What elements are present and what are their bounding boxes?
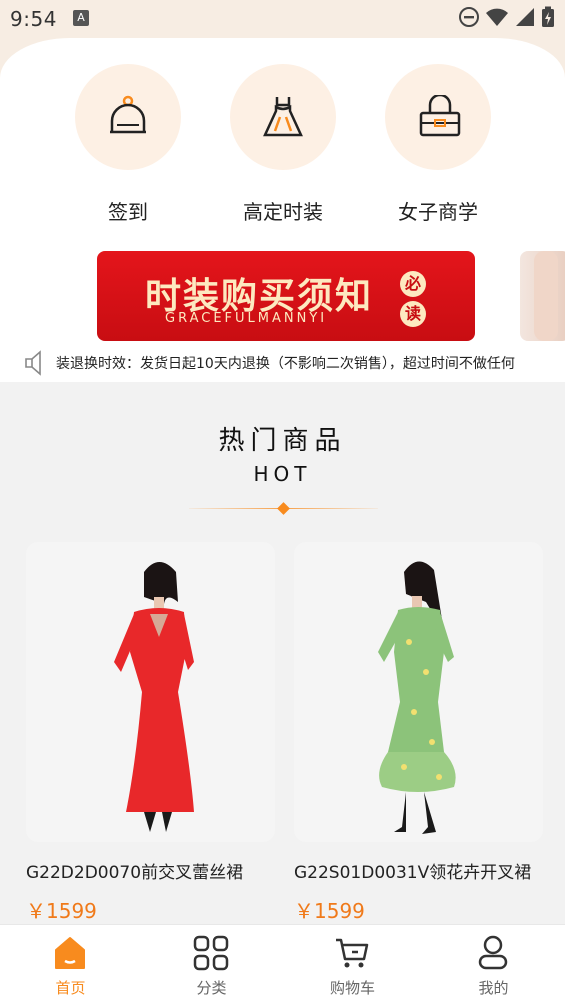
tab-label: 购物车	[329, 979, 375, 997]
product-image	[294, 542, 543, 842]
cart-icon	[336, 938, 369, 968]
hot-section-title: 热门商品	[218, 426, 347, 456]
hot-section-subtitle: HOT	[253, 462, 312, 486]
banner-purchase-notice[interactable]: 时装购买须知 GRACEFULMANNYI 必 读	[97, 251, 475, 341]
speaker-icon	[25, 350, 41, 376]
banner-badge-top: 必	[400, 271, 426, 297]
quick-entry-label: 高定时装	[243, 200, 323, 224]
bottom-tab-bar: 首页 分类 购物车 我的	[0, 924, 565, 1004]
product-card[interactable]: G22D2D0070前交叉蕾丝裙 ￥1599	[26, 542, 275, 924]
notice-text: 装退换时效：发货日起10天内退换（不影响二次销售），超过时间不做任何	[56, 356, 515, 372]
dress-icon	[263, 97, 303, 137]
quick-entry-academy[interactable]: 女子商学	[383, 64, 493, 225]
handbag-icon	[419, 95, 461, 137]
quick-entry-checkin[interactable]: 签到	[73, 64, 183, 225]
product-price: ￥1599	[294, 899, 365, 923]
product-card[interactable]: G22S01D0031V领花卉开叉裙 ￥1599	[294, 542, 543, 924]
dnd-icon	[458, 7, 479, 27]
wifi-icon	[485, 8, 508, 26]
banner-next-peek[interactable]	[520, 251, 565, 341]
user-icon	[478, 935, 508, 970]
product-name: G22D2D0070前交叉蕾丝裙	[26, 863, 244, 883]
home-icon	[55, 937, 85, 969]
quick-entry-label: 女子商学	[398, 200, 478, 224]
top-section: 签到 高定时装 女子商学 时装购买须知 GRACEFULMANNYI 必 读 装…	[0, 38, 565, 382]
notification-icon: A	[73, 10, 89, 26]
product-image	[26, 542, 275, 842]
banner-badge-bottom: 读	[400, 301, 426, 327]
tab-profile[interactable]: 我的	[423, 925, 564, 1004]
quick-entry-label: 签到	[108, 200, 148, 224]
notice-bar[interactable]: 装退换时效：发货日起10天内退换（不影响二次销售），超过时间不做任何	[0, 348, 565, 378]
product-price: ￥1599	[26, 899, 97, 923]
tab-cart[interactable]: 购物车	[282, 925, 423, 1004]
grid-icon	[193, 935, 229, 971]
battery-icon	[542, 6, 554, 27]
tab-label: 我的	[478, 979, 509, 997]
tab-category[interactable]: 分类	[141, 925, 282, 1004]
banner-subtitle: GRACEFULMANNYI	[165, 311, 328, 326]
floral-dress-photo	[378, 561, 456, 834]
status-icons	[458, 6, 555, 32]
signal-icon	[515, 8, 534, 26]
product-name: G22S01D0031V领花卉开叉裙	[294, 863, 532, 883]
tab-home[interactable]: 首页	[0, 925, 141, 1004]
status-bar: 9:54 A	[0, 0, 565, 38]
tab-label: 分类	[196, 979, 227, 997]
quick-entry-couture[interactable]: 高定时装	[228, 64, 338, 225]
tab-label: 首页	[55, 979, 86, 997]
status-time: 9:54	[10, 7, 57, 31]
hot-divider-diamond	[277, 502, 290, 515]
red-dress-photo	[114, 562, 194, 832]
bell-icon	[110, 95, 146, 134]
